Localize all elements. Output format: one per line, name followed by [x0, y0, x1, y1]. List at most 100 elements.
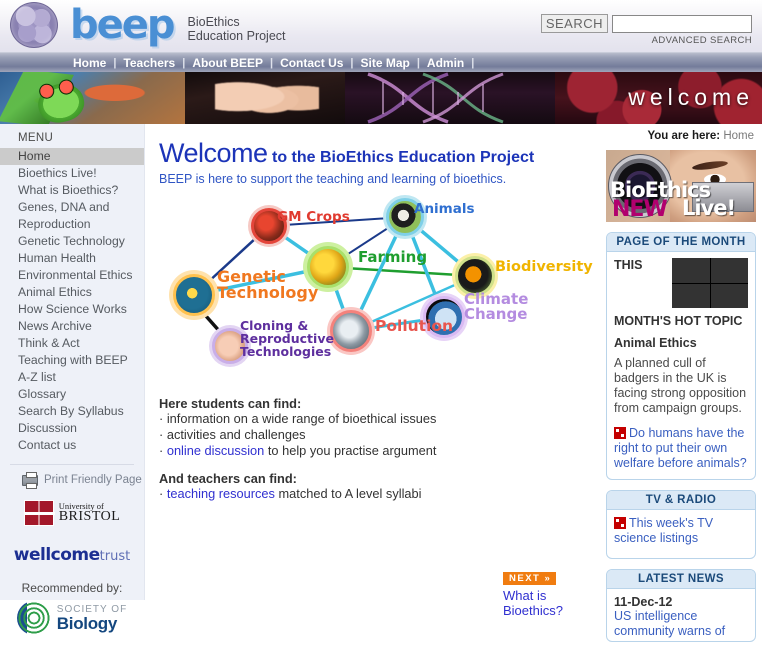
sidebar-item-bioethics-live[interactable]: Bioethics Live!: [0, 165, 144, 182]
dna-helix-icon: [367, 72, 504, 124]
diagram-label-farming[interactable]: Farming: [358, 249, 427, 265]
diagram-node-genetic-technology[interactable]: [169, 270, 219, 320]
cloning-line3: Technologies: [240, 343, 332, 359]
sidebar-item-news-archive[interactable]: News Archive: [0, 318, 144, 335]
sidebar-item-animal-ethics[interactable]: Animal Ethics: [0, 284, 144, 301]
sponsor-logos: University of BRISTOL wellcometrust Reco…: [0, 486, 144, 640]
sidebar-item-discussion[interactable]: Discussion: [0, 420, 144, 437]
recommended-by-label: Recommended by:: [21, 581, 123, 595]
diagram-label-gm-crops[interactable]: GM Crops: [277, 210, 350, 225]
teaching-resources-link[interactable]: teaching resources: [167, 486, 275, 501]
teachers-heading: And teachers can find:: [159, 471, 297, 486]
tv-radio-item[interactable]: This week's TV science listings: [614, 516, 713, 545]
diagram-label-pollution[interactable]: Pollution: [375, 318, 453, 335]
red-square-bullet-icon: [614, 517, 626, 529]
left-sidebar: MENU Home Bioethics Live! What is Bioeth…: [0, 124, 145, 635]
sidebar-item-what-is-bioethics[interactable]: What is Bioethics?: [0, 182, 144, 199]
sidebar-item-environmental-ethics[interactable]: Environmental Ethics: [0, 267, 144, 284]
society-line-2: Biology: [56, 613, 118, 633]
eye-image-2: [710, 258, 748, 283]
sidebar-item-home[interactable]: Home: [0, 148, 144, 165]
welcome-rest: to the BioEthics Education Project: [272, 149, 535, 166]
students-item-3-suffix: to help you practise argument: [264, 443, 437, 458]
page-subtitle: BEEP is here to support the teaching and…: [159, 172, 507, 186]
teachers-find-block: And teachers can find: · teaching resour…: [145, 459, 600, 502]
sidebar-item-human-health[interactable]: Human Health: [0, 250, 144, 267]
sidebar-item-contact-us[interactable]: Contact us: [0, 437, 144, 454]
nav-item-contact-us[interactable]: Contact Us: [273, 56, 350, 70]
eye-image-4: [710, 283, 748, 308]
news-headline[interactable]: US intelligence community warns of: [614, 609, 748, 639]
topic-network-diagram: GM Crops Animals Farming Biodiversity Ge…: [155, 190, 593, 380]
tagline-line-1: BioEthics: [187, 15, 240, 29]
printer-icon: [22, 471, 38, 489]
bristol-shield-icon: [23, 500, 55, 526]
sidebar-item-genetic-technology[interactable]: Genetic Technology: [0, 233, 144, 250]
society-of-biology-logo[interactable]: SOCIETY OF Biology: [16, 601, 128, 635]
sidebar-item-teaching-with-beep[interactable]: Teaching with BEEP: [0, 352, 144, 369]
climate-change-line2: Change: [464, 305, 528, 324]
sidebar-item-glossary[interactable]: Glossary: [0, 386, 144, 403]
sidebar-menu: Home Bioethics Live! What is Bioethics? …: [0, 148, 144, 454]
nav-item-about-beep[interactable]: About BEEP: [185, 56, 270, 70]
nav-item-home[interactable]: Home: [66, 56, 113, 70]
diagram-label-animals[interactable]: Animals: [414, 202, 475, 217]
sidebar-item-genes-dna-reproduction-line1[interactable]: Genes, DNA and: [0, 199, 144, 216]
hot-topic-question[interactable]: Do humans have the right to put their ow…: [614, 426, 747, 470]
menu-heading: MENU: [18, 132, 54, 144]
university-of-bristol-logo[interactable]: University of BRISTOL: [23, 500, 121, 526]
next-badge[interactable]: NEXT »: [503, 572, 557, 585]
promo-text-new: NEW: [612, 197, 668, 222]
nav-item-admin[interactable]: Admin: [420, 56, 471, 70]
embryo-logo-icon: [10, 2, 58, 48]
advanced-search-link[interactable]: ADVANCED SEARCH: [541, 35, 752, 46]
students-item-2: activities and challenges: [166, 427, 306, 442]
eyes-collage-image[interactable]: [672, 258, 748, 308]
wellcome-light: trust: [99, 549, 131, 564]
online-discussion-link[interactable]: online discussion: [167, 443, 264, 458]
list-item: · activities and challenges: [159, 427, 306, 442]
next-label-line2: Bioethics?: [503, 603, 563, 618]
panel-title-tv-radio: TV & RADIO: [607, 491, 755, 510]
sidebar-item-a-z-list[interactable]: A-Z list: [0, 369, 144, 386]
banner-image-feet: [185, 72, 345, 124]
site-logo[interactable]: beep BioEthics Education Project: [10, 2, 286, 48]
diagram-label-genetic-technology[interactable]: Genetic Technology: [217, 268, 319, 303]
sidebar-item-how-science-works[interactable]: How Science Works: [0, 301, 144, 318]
genetic-technology-line2: Technology: [217, 283, 319, 303]
print-friendly-page[interactable]: Print Friendly Page: [0, 465, 144, 489]
breadcrumb-current[interactable]: Home: [723, 130, 754, 142]
students-find-block: Here students can find: · information on…: [145, 380, 600, 459]
hot-topic-paragraph: A planned cull of badgers in the UK is f…: [614, 356, 747, 415]
hot-topic-question-row[interactable]: Do humans have the right to put their ow…: [614, 426, 748, 471]
news-date: 11-Dec-12: [614, 595, 673, 609]
page-body: MENU Home Bioethics Live! What is Bioeth…: [0, 124, 762, 642]
diagram-node-pollution[interactable]: [327, 307, 375, 355]
frog-icon: [34, 79, 88, 124]
students-item-1: information on a wide range of bioethica…: [166, 411, 437, 426]
hot-topic-subject[interactable]: Animal Ethics: [614, 336, 748, 350]
diagram-label-climate-change[interactable]: Climate Change: [464, 291, 528, 324]
panel-tv-radio: TV & RADIO This week's TV science listin…: [606, 490, 756, 559]
logo-wordmark: beep: [70, 2, 176, 48]
society-line-1: SOCIETY OF: [56, 603, 128, 615]
tagline-line-2: Education Project: [187, 29, 286, 43]
next-link-block[interactable]: NEXT » What is Bioethics?: [503, 568, 563, 618]
eye-image-3: [672, 283, 710, 308]
nav-item-teachers[interactable]: Teachers: [116, 56, 182, 70]
sidebar-item-search-by-syllabus[interactable]: Search By Syllabus: [0, 403, 144, 420]
wellcome-trust-logo[interactable]: wellcometrust: [0, 545, 144, 565]
eye-image-1: [672, 258, 710, 283]
bioethics-live-promo[interactable]: BioEthics NEW Live!: [606, 150, 756, 222]
print-friendly-label: Print Friendly Page: [44, 474, 142, 486]
next-label[interactable]: What is Bioethics?: [503, 588, 563, 618]
diagram-label-biodiversity[interactable]: Biodiversity: [495, 260, 593, 275]
tv-radio-item-row[interactable]: This week's TV science listings: [614, 516, 748, 546]
diagram-label-cloning[interactable]: Cloning & Reproductive Technologies: [240, 319, 334, 359]
sidebar-item-think-and-act[interactable]: Think & Act: [0, 335, 144, 352]
search-button[interactable]: SEARCH: [540, 14, 608, 33]
nav-item-site-map[interactable]: Site Map: [353, 56, 416, 70]
students-heading: Here students can find:: [159, 396, 302, 411]
search-input[interactable]: [612, 14, 752, 33]
sidebar-item-genes-dna-reproduction-line2[interactable]: Reproduction: [0, 216, 144, 233]
